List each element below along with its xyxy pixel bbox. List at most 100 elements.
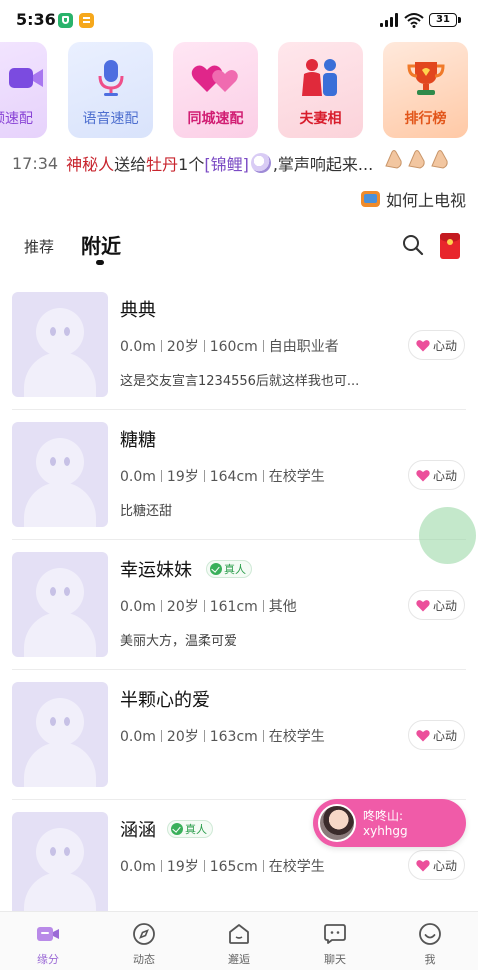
like-button[interactable]: 心动 [408, 330, 465, 360]
like-button[interactable]: 心动 [408, 590, 465, 620]
house-icon [229, 924, 249, 944]
broadcast-count: 1个 [178, 155, 205, 174]
ranking-card[interactable]: 排行榜 [383, 42, 468, 138]
user-age: 20岁 [166, 729, 199, 745]
list-item[interactable]: 半颗心的爱 0.0m 20岁 163cm 在校学生 心动 [0, 670, 478, 800]
user-job: 其他 [268, 599, 297, 615]
battery-icon: 31 [429, 13, 461, 27]
user-age: 20岁 [166, 599, 199, 615]
broadcast-time: 17:34 [12, 153, 59, 173]
user-distance: 0.0m [120, 339, 156, 355]
clapping-hands-icon [385, 150, 448, 169]
city-match-card[interactable]: 同城速配 [173, 42, 258, 138]
nav-item-moments[interactable]: 动态 [96, 912, 192, 970]
heart-icon [416, 729, 430, 741]
user-bio: 美丽大方，温柔可爱 [120, 634, 238, 649]
nav-label: 动态 [133, 953, 155, 966]
couple-look-card[interactable]: 夫妻相 [278, 42, 363, 138]
user-height: 164cm [209, 469, 258, 485]
avatar [12, 682, 108, 787]
user-age: 19岁 [166, 859, 199, 875]
verified-label: 真人 [185, 823, 207, 836]
how-to-get-on-tv-link[interactable]: 如何上电视 [360, 187, 466, 211]
like-button[interactable]: 心动 [408, 720, 465, 750]
trophy-icon [406, 62, 445, 95]
video-chat-icon [37, 927, 59, 941]
tab-recommend[interactable]: 推荐 [24, 236, 54, 257]
check-icon [171, 823, 183, 835]
heart-icon [416, 339, 430, 351]
user-distance: 0.0m [120, 859, 156, 875]
avatar [318, 804, 356, 842]
user-name: 糖糖 [120, 430, 156, 451]
floating-assistive-button[interactable] [419, 507, 476, 564]
user-job: 在校学生 [268, 859, 325, 875]
tab-nearby[interactable]: 附近 [81, 230, 121, 259]
nav-item-chat[interactable]: 聊天 [287, 912, 383, 970]
tv-icon [360, 191, 380, 207]
incoming-chat-popup[interactable]: 咚咚山: xyhhgg [313, 799, 466, 847]
search-icon[interactable] [402, 234, 424, 256]
user-age: 19岁 [166, 469, 199, 485]
user-meta: 0.0m 20岁 160cm 自由职业者 [120, 336, 339, 356]
wifi-icon [404, 13, 424, 28]
user-distance: 0.0m [120, 599, 156, 615]
nav-item-fate[interactable]: 缘分 [0, 912, 96, 970]
heart-icon [416, 859, 430, 871]
avatar [12, 552, 108, 657]
video-match-label: 频速配 [0, 111, 33, 127]
signal-icon [380, 13, 400, 27]
city-match-label: 同城速配 [187, 111, 244, 127]
user-height: 165cm [209, 859, 258, 875]
check-icon [210, 563, 222, 575]
user-height: 160cm [209, 339, 258, 355]
user-name: 半颗心的爱 [120, 690, 210, 711]
user-name: 涵涵 [120, 820, 156, 841]
ranking-label: 排行榜 [404, 111, 447, 127]
red-packet-icon[interactable] [440, 233, 460, 259]
list-item[interactable]: 幸运妹妹 真人 0.0m 20岁 161cm 其他 美丽大方，温柔可爱 心动 [0, 540, 478, 670]
verified-label: 真人 [224, 563, 246, 576]
user-height: 163cm [209, 729, 258, 745]
nav-label: 聊天 [324, 953, 346, 966]
video-match-card[interactable]: 频速配 [0, 42, 47, 138]
like-label: 心动 [432, 858, 457, 873]
list-tabs: 推荐 附近 [0, 226, 478, 270]
microphone-icon [98, 60, 123, 96]
avatar [12, 292, 108, 397]
user-job: 自由职业者 [268, 339, 339, 355]
user-name: 典典 [120, 300, 156, 321]
avatar [12, 812, 108, 917]
user-meta: 0.0m 20岁 161cm 其他 [120, 596, 297, 616]
user-bio: 这是交友宣言1234556后就这样我也可... [120, 374, 360, 389]
like-label: 心动 [432, 468, 457, 483]
couple-icon [301, 59, 337, 96]
chat-sender-name: 咚咚山: [363, 809, 404, 823]
list-item[interactable]: 典典 0.0m 20岁 160cm 自由职业者 这是交友宣言1234556后就这样我也… [0, 280, 478, 410]
broadcast-receiver: 牡丹 [146, 155, 179, 174]
user-job: 在校学生 [268, 469, 325, 485]
list-item[interactable]: 糖糖 0.0m 19岁 164cm 在校学生 比糖还甜 心动 [0, 410, 478, 540]
user-distance: 0.0m [120, 469, 156, 485]
like-label: 心动 [432, 598, 457, 613]
broadcast-gift: [锦鲤] [204, 155, 249, 174]
user-name: 幸运妹妹 [120, 560, 192, 581]
notes-app-icon [79, 13, 94, 28]
user-age: 20岁 [166, 339, 199, 355]
heart-icon [416, 599, 430, 611]
nav-item-encounter[interactable]: 邂逅 [191, 912, 287, 970]
like-label: 心动 [432, 338, 457, 353]
user-meta: 0.0m 19岁 165cm 在校学生 [120, 856, 325, 876]
smile-icon [419, 923, 441, 945]
like-button[interactable]: 心动 [408, 850, 465, 880]
nav-label: 缘分 [37, 953, 59, 966]
nav-item-me[interactable]: 我 [382, 912, 478, 970]
quick-actions: 频速配 语音速配 同城速配 [0, 42, 478, 138]
shield-app-icon [58, 13, 73, 28]
user-bio: 比糖还甜 [120, 504, 173, 519]
compass-icon [133, 923, 155, 945]
chat-message-preview: xyhhgg [363, 824, 408, 838]
like-button[interactable]: 心动 [408, 460, 465, 490]
tab-indicator [96, 260, 104, 265]
voice-match-card[interactable]: 语音速配 [68, 42, 153, 138]
